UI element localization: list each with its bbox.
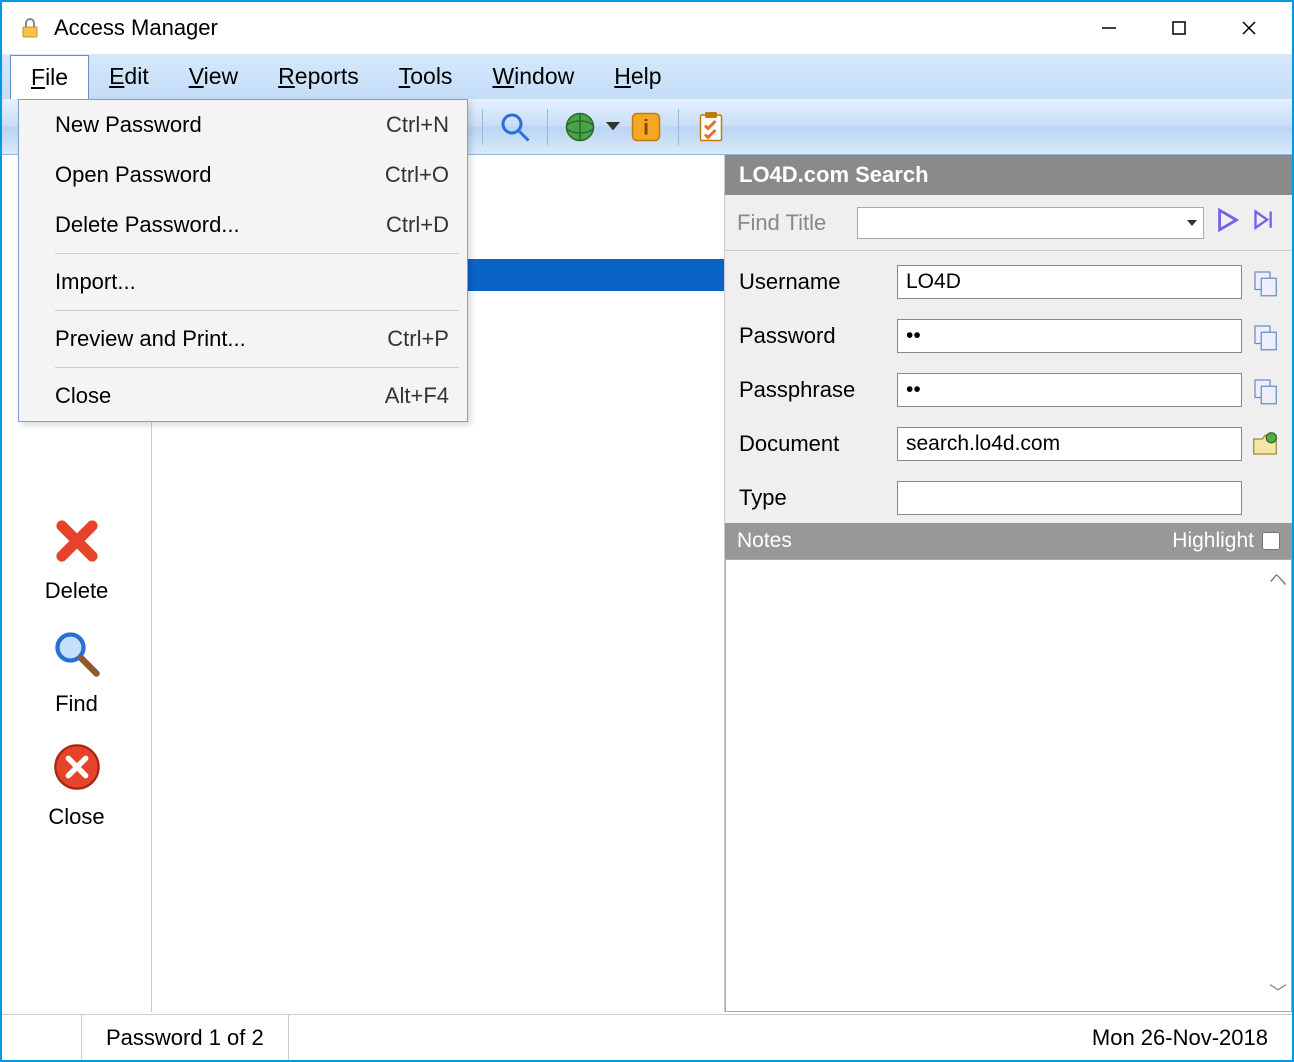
- copy-password-icon[interactable]: [1250, 321, 1280, 351]
- menu-window[interactable]: Window: [472, 55, 594, 98]
- clipboard-check-icon[interactable]: [693, 109, 729, 145]
- copy-passphrase-icon[interactable]: [1250, 375, 1280, 405]
- notes-textarea[interactable]: ヘ ﹀: [725, 559, 1292, 1012]
- menu-new-password[interactable]: New Password Ctrl+N: [19, 100, 467, 150]
- sidebar-close[interactable]: Close: [48, 741, 104, 830]
- find-title-label: Find Title: [737, 210, 847, 236]
- menu-bar: File Edit View Reports Tools Window Help: [2, 54, 1292, 99]
- document-row: Document: [739, 427, 1280, 461]
- scroll-up-icon[interactable]: ヘ: [1269, 566, 1287, 592]
- maximize-button[interactable]: [1144, 8, 1214, 48]
- minimize-button[interactable]: [1074, 8, 1144, 48]
- menu-separator: [55, 310, 459, 311]
- menu-delete-password[interactable]: Delete Password... Ctrl+D: [19, 200, 467, 250]
- menu-preview-print[interactable]: Preview and Print... Ctrl+P: [19, 314, 467, 364]
- delete-x-icon: [51, 515, 103, 572]
- find-next-icon[interactable]: [1252, 208, 1280, 236]
- window-title: Access Manager: [54, 15, 1074, 41]
- menu-edit[interactable]: Edit: [89, 55, 169, 98]
- svg-text:i: i: [643, 116, 649, 139]
- password-input[interactable]: [897, 319, 1242, 353]
- toolbar-separator: [547, 109, 548, 145]
- username-input[interactable]: [897, 265, 1242, 299]
- lock-icon: [18, 16, 42, 40]
- find-prev-icon[interactable]: [1214, 206, 1242, 239]
- status-cell-empty: [2, 1015, 82, 1060]
- status-date: Mon 26-Nov-2018: [1068, 1015, 1292, 1060]
- status-bar: Password 1 of 2 Mon 26-Nov-2018: [2, 1014, 1292, 1060]
- menu-close[interactable]: Close Alt+F4: [19, 371, 467, 421]
- type-input[interactable]: [897, 481, 1242, 515]
- scroll-down-icon[interactable]: ﹀: [1269, 979, 1287, 1005]
- title-bar: Access Manager: [2, 2, 1292, 54]
- type-row: Type: [739, 481, 1280, 515]
- status-count: Password 1 of 2: [82, 1015, 289, 1060]
- menu-tools[interactable]: Tools: [379, 55, 473, 98]
- menu-separator: [55, 253, 459, 254]
- globe-dropdown-icon[interactable]: [606, 118, 620, 136]
- find-title-row: Find Title: [725, 195, 1292, 251]
- passphrase-input[interactable]: [897, 373, 1242, 407]
- magnifier-icon: [51, 628, 103, 685]
- menu-help[interactable]: Help: [594, 55, 681, 98]
- close-circle-icon: [51, 741, 103, 798]
- notes-header: Notes Highlight: [725, 523, 1292, 559]
- highlight-label: Highlight: [1172, 529, 1254, 553]
- menu-file[interactable]: File: [10, 55, 89, 99]
- copy-username-icon[interactable]: [1250, 267, 1280, 297]
- detail-title: LO4D.com Search: [725, 155, 1292, 195]
- close-button[interactable]: [1214, 8, 1284, 48]
- globe-icon[interactable]: [562, 109, 598, 145]
- username-row: Username: [739, 265, 1280, 299]
- document-input[interactable]: [897, 427, 1242, 461]
- sidebar-find[interactable]: Find: [51, 628, 103, 717]
- chevron-down-icon: [1187, 220, 1197, 226]
- sidebar-delete[interactable]: Delete: [45, 515, 109, 604]
- fields: Username Password Passphrase Document Ty: [725, 251, 1292, 523]
- highlight-checkbox[interactable]: [1262, 532, 1280, 550]
- menu-open-password[interactable]: Open Password Ctrl+O: [19, 150, 467, 200]
- toolbar-separator: [482, 109, 483, 145]
- menu-import[interactable]: Import...: [19, 257, 467, 307]
- toolbar-separator: [678, 109, 679, 145]
- info-icon[interactable]: i: [628, 109, 664, 145]
- file-menu-dropdown: New Password Ctrl+N Open Password Ctrl+O…: [18, 99, 468, 422]
- notes-label: Notes: [737, 529, 792, 553]
- menu-view[interactable]: View: [169, 55, 258, 98]
- search-icon[interactable]: [497, 109, 533, 145]
- menu-separator: [55, 367, 459, 368]
- detail-panel: LO4D.com Search Find Title Username Pass…: [724, 155, 1292, 1012]
- open-document-icon[interactable]: [1250, 429, 1280, 459]
- menu-reports[interactable]: Reports: [258, 55, 379, 98]
- find-title-combo[interactable]: [857, 207, 1204, 239]
- passphrase-row: Passphrase: [739, 373, 1280, 407]
- password-row: Password: [739, 319, 1280, 353]
